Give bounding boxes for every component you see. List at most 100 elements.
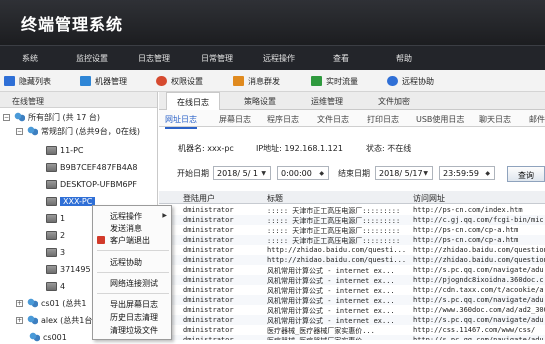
cell-user: dministrator bbox=[183, 316, 234, 324]
list-icon bbox=[4, 76, 15, 86]
cell-url: http://zhidao.baidu.com/question bbox=[413, 246, 545, 254]
subtab-print-log[interactable]: 打印日志 bbox=[367, 114, 399, 125]
tree-node-1[interactable]: 1 bbox=[46, 211, 65, 225]
start-date-picker[interactable]: 2018/ 5/ 1 ▼ bbox=[213, 166, 271, 180]
menu-separator bbox=[97, 250, 169, 251]
chevron-down-icon[interactable]: ▼ bbox=[261, 170, 266, 177]
table-row[interactable]: dministrator 风机常用计算公式 - internet ex... htt… bbox=[159, 285, 545, 295]
group-icon bbox=[26, 315, 38, 325]
menu-item-remote-assist[interactable]: 远程协助 bbox=[110, 257, 142, 268]
subtab-chat-log[interactable]: 聊天日志 bbox=[479, 114, 511, 125]
table-row[interactable]: dministrator::::: 天津市正工高压电源厂::::::::: htt… bbox=[159, 205, 545, 215]
subtab-url-log[interactable]: 网址日志 bbox=[165, 114, 197, 129]
tree-node-11-pc[interactable]: 11-PC bbox=[46, 143, 83, 157]
tree-node-label: 3 bbox=[60, 247, 66, 257]
subtab-file-log[interactable]: 文件日志 bbox=[317, 114, 349, 125]
end-date-picker[interactable]: 2018/ 5/17 ▼ bbox=[375, 166, 433, 180]
machine-management-button[interactable]: 机器管理 bbox=[80, 75, 127, 87]
menu-item-daily-management[interactable]: 日常管理 bbox=[201, 53, 233, 64]
subtab-screen-log[interactable]: 屏幕日志 bbox=[219, 114, 251, 125]
spinner-icon[interactable]: ◆ bbox=[319, 170, 324, 177]
cell-url: http://ps-cn.com/index.htm bbox=[413, 206, 523, 214]
menu-item-monitor-settings[interactable]: 监控设置 bbox=[76, 53, 108, 64]
menu-item-export-screen-log[interactable]: 导出屏幕日志 bbox=[110, 299, 158, 310]
computer-icon bbox=[46, 230, 57, 240]
menu-item-clean-history-log[interactable]: 历史日志清理 bbox=[110, 312, 158, 323]
menu-item-remote-operation[interactable]: 远程操作 bbox=[110, 211, 142, 222]
tree-node-2[interactable]: 2 bbox=[46, 228, 65, 242]
end-time-field[interactable]: 23:59:59 ◆ bbox=[439, 166, 495, 180]
broadcast-message-button[interactable]: 消息群发 bbox=[233, 75, 280, 87]
subtab-mail-log[interactable]: 邮件 bbox=[529, 114, 545, 125]
cell-user: dministrator bbox=[183, 296, 234, 304]
tab-ops-management[interactable]: 运维管理 bbox=[311, 96, 343, 107]
cell-user: dministrator bbox=[183, 236, 234, 244]
expand-icon[interactable]: + bbox=[16, 316, 23, 324]
tab-online-log[interactable]: 在线日志 bbox=[166, 92, 220, 110]
menu-item-system[interactable]: 系统 bbox=[22, 53, 38, 64]
group-icon bbox=[28, 332, 40, 342]
hide-list-button[interactable]: 隐藏列表 bbox=[4, 75, 51, 87]
table-row[interactable]: dministrator http://zhidao.baidu.com/ques… bbox=[159, 255, 545, 265]
subtab-usb-log[interactable]: USB使用日志 bbox=[416, 114, 464, 125]
cell-url: http://s.pc.qq.com/navigate/adu bbox=[413, 336, 544, 340]
column-header-user[interactable]: 登陆用户 bbox=[183, 193, 215, 204]
query-button[interactable]: 查询 bbox=[507, 166, 545, 182]
remote-assist-button[interactable]: 远程协助 bbox=[387, 75, 434, 87]
table-header: 登陆用户 标题 访问网址 bbox=[159, 191, 545, 204]
tree-node-label: cs01 (总共1 bbox=[41, 298, 87, 308]
table-row[interactable]: dministrator http://zhidao.baidu.com/ques… bbox=[159, 245, 545, 255]
realtime-traffic-button[interactable]: 实时流量 bbox=[311, 75, 358, 87]
tree-node-all-departments[interactable]: − 所有部门 (共 17 台) bbox=[3, 110, 100, 124]
ip-address: IP地址: 192.168.1.121 bbox=[256, 144, 343, 153]
table-row[interactable]: dministrator 风机常用计算公式 - internet ex... htt… bbox=[159, 265, 545, 275]
tree-node-371495[interactable]: 371495 bbox=[46, 262, 91, 276]
collapse-icon[interactable]: − bbox=[16, 127, 23, 135]
cell-url: http://s.pc.qq.com/navigate/adu bbox=[413, 266, 544, 274]
table-row[interactable]: dministrator::::: 天津市正工高压电源厂::::::::: htt… bbox=[159, 235, 545, 245]
collapse-icon[interactable]: − bbox=[3, 113, 10, 121]
table-row[interactable]: dministrator 风机常用计算公式 - internet ex... htt… bbox=[159, 315, 545, 325]
tree-node-4[interactable]: 4 bbox=[46, 279, 65, 293]
menu-item-log-management[interactable]: 日志管理 bbox=[138, 53, 170, 64]
tree-node-cs001[interactable]: cs001 bbox=[28, 330, 67, 344]
table-row[interactable]: dministrator 风机常用计算公式 - internet ex... htt… bbox=[159, 295, 545, 305]
column-header-title[interactable]: 标题 bbox=[267, 193, 283, 204]
table-row[interactable]: dministrator 风机常用计算公式 - internet ex... htt… bbox=[159, 275, 545, 285]
menu-item-clean-junk-files[interactable]: 清理垃圾文件 bbox=[110, 325, 158, 336]
computer-icon bbox=[46, 196, 57, 206]
cell-user: dministrator bbox=[183, 216, 234, 224]
start-time-field[interactable]: 0:00:00 ◆ bbox=[277, 166, 329, 180]
tab-policy-settings[interactable]: 策略设置 bbox=[244, 96, 276, 107]
menu-item-network-test[interactable]: 网络连接测试 bbox=[110, 278, 158, 289]
cell-url: http://ps-cn.com/cp-a.htm bbox=[413, 236, 519, 244]
computer-icon bbox=[46, 179, 57, 189]
menu-item-view[interactable]: 查看 bbox=[333, 53, 349, 64]
menu-item-remote-operation[interactable]: 远程操作 bbox=[263, 53, 295, 64]
expand-icon[interactable]: + bbox=[16, 299, 23, 307]
tab-file-encryption[interactable]: 文件加密 bbox=[378, 96, 410, 107]
tree-node-b9b7[interactable]: B9B7CEF487FB4A8 bbox=[46, 160, 137, 174]
tree-node-alex[interactable]: + alex (总共1台 bbox=[16, 313, 92, 327]
cell-user: dministrator bbox=[183, 266, 234, 274]
tree-node-xxx-pc[interactable]: XXX-PC bbox=[46, 194, 96, 208]
cell-title: http://zhidao.baidu.com/questi... bbox=[267, 256, 407, 264]
table-row[interactable]: dministrator 风机常用计算公式 - internet ex... htt… bbox=[159, 305, 545, 315]
permission-settings-button[interactable]: 权限设置 bbox=[156, 75, 203, 87]
menu-item-help[interactable]: 帮助 bbox=[396, 53, 412, 64]
menu-item-send-message[interactable]: 发送消息 bbox=[110, 223, 142, 234]
table-row[interactable]: dministrator 医疗器械_医疗器械厂家实惠价... http://css.… bbox=[159, 325, 545, 335]
column-header-url[interactable]: 访问网址 bbox=[413, 193, 445, 204]
spinner-icon[interactable]: ◆ bbox=[485, 170, 490, 177]
tree-node-regular-department[interactable]: − 常规部门 (总共9台，0在线) bbox=[16, 124, 140, 138]
tree-node-desktop[interactable]: DESKTOP-UFBM6PF bbox=[46, 177, 137, 191]
tree-node-cs01[interactable]: + cs01 (总共1 bbox=[16, 296, 87, 310]
subtab-program-log[interactable]: 程序日志 bbox=[267, 114, 299, 125]
chevron-down-icon[interactable]: ▼ bbox=[423, 170, 428, 177]
menu-item-client-exit[interactable]: 客户端退出 bbox=[110, 235, 150, 246]
tree-node-3[interactable]: 3 bbox=[46, 245, 65, 259]
table-row[interactable]: dministrator 医疗器械_医疗器械厂家实惠价... http://s.pc… bbox=[159, 335, 545, 340]
table-row[interactable]: dministrator::::: 天津市正工高压电源厂::::::::: htt… bbox=[159, 225, 545, 235]
table-row[interactable]: dministrator::::: 天津市正工高压电源厂::::::::: htt… bbox=[159, 215, 545, 225]
url-log-table: 登陆用户 标题 访问网址 dministrator::::: 天津市正工高压电源… bbox=[159, 191, 545, 340]
